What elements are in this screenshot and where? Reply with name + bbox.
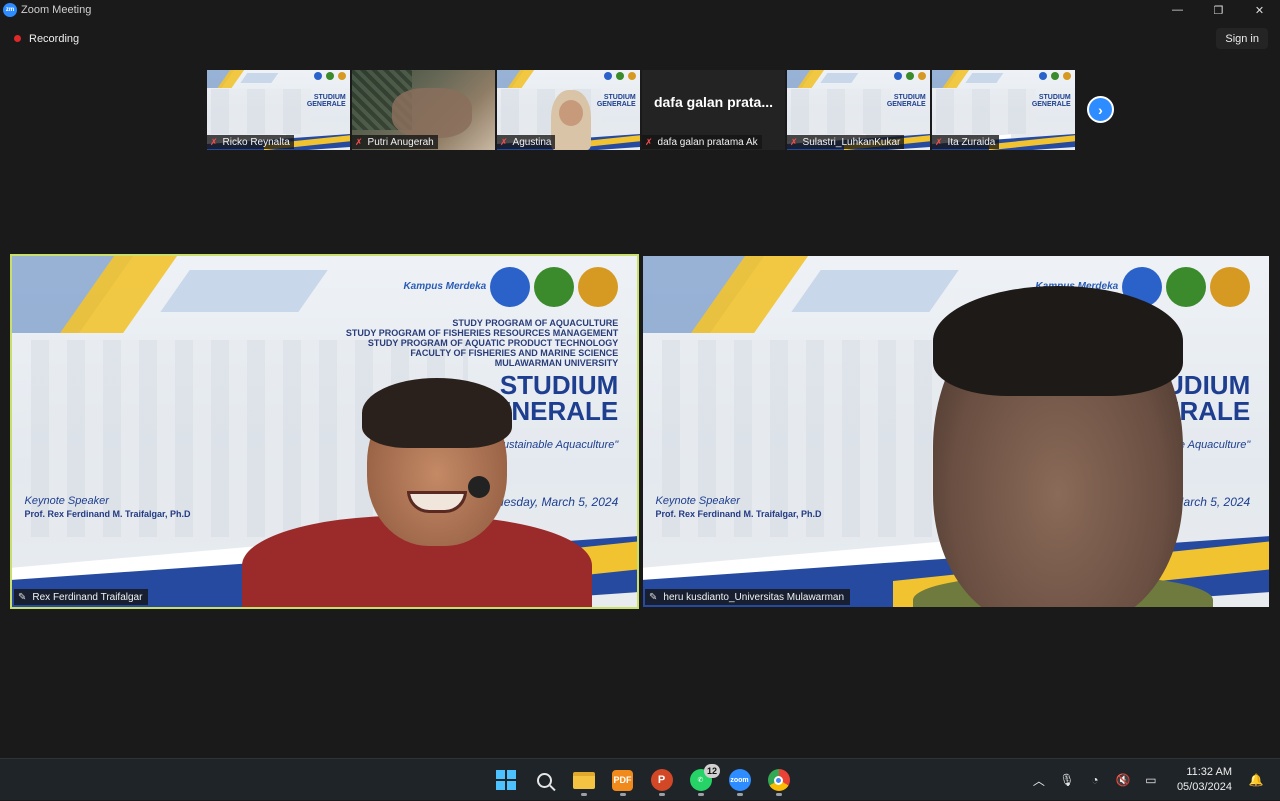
- fish-logo-icon: [578, 266, 619, 307]
- volume-muted-icon[interactable]: 🔇: [1111, 768, 1135, 792]
- sign-in-button[interactable]: Sign in: [1216, 28, 1268, 49]
- windows-taskbar: PDF P ✆ 12 zoom ︿ 🎙 ◔ 🔇 ▭ 11:32 AM 05/03…: [0, 758, 1280, 800]
- zoom-icon: zoom: [728, 769, 751, 791]
- system-clock[interactable]: 11:32 AM 05/03/2024: [1177, 765, 1232, 795]
- powerpoint-icon: P: [650, 769, 673, 791]
- participant-thumbnail-strip: STUDIUM GENERALE ✗ Ricko Reynalta ✗ Putri…: [207, 70, 1075, 150]
- start-button[interactable]: [490, 765, 521, 796]
- taskbar-zoom[interactable]: zoom: [724, 765, 755, 796]
- window-controls: — ❐ ✕: [1157, 0, 1280, 20]
- faculty-logo-icon: [325, 72, 334, 81]
- participant-thumbnail[interactable]: STUDIUM GENERALE ✗ Ita Zuraida: [932, 70, 1075, 150]
- university-logo-icon: [893, 72, 902, 81]
- fish-logo-icon: [917, 72, 926, 81]
- clock-date: 05/03/2024: [1176, 781, 1232, 793]
- participant-hair: [933, 286, 1183, 396]
- participant-name-label: ✗ Sulastri_LuhkanKukar: [787, 135, 905, 149]
- title-bar: zm Zoom Meeting — ❐ ✕: [0, 0, 1280, 20]
- video-tile[interactable]: Kampus Merdeka STUDIUMGENERALE compounds…: [643, 256, 1269, 607]
- battery-icon[interactable]: ▭: [1139, 768, 1163, 792]
- participant-name-label: ✎ heru kusdianto_Universitas Mulawarman: [645, 589, 851, 605]
- restore-button[interactable]: ❐: [1198, 0, 1239, 20]
- fish-logo-icon: [1210, 266, 1251, 307]
- taskbar-apps: PDF P ✆ 12 zoom: [490, 759, 794, 801]
- mic-muted-icon: ✗: [500, 136, 508, 147]
- virtual-background-slide: Kampus Merdeka STUDY PROGRAM OF AQUACULT…: [12, 256, 637, 607]
- participant-thumbnail[interactable]: STUDIUM GENERALE ✗ Ricko Reynalta: [207, 70, 350, 150]
- fish-logo-icon: [337, 72, 346, 81]
- faculty-logo-icon: [905, 72, 914, 81]
- mic-muted-icon: ✗: [790, 136, 798, 147]
- mic-muted-icon: ✗: [210, 136, 218, 147]
- notification-bell-icon[interactable]: 🔔: [1244, 768, 1268, 792]
- virtual-background-slide: Kampus Merdeka STUDIUMGENERALE compounds…: [643, 256, 1269, 607]
- taskbar-whatsapp[interactable]: ✆ 12: [685, 763, 720, 796]
- university-logo-icon: [1038, 72, 1047, 81]
- pin-icon: ✎: [649, 591, 658, 603]
- participant-name-label: ✗ Ita Zuraida: [932, 135, 1000, 149]
- faculty-logo-icon: [1166, 266, 1207, 307]
- pin-icon: ✎: [18, 591, 27, 603]
- participant-hair: [362, 378, 512, 448]
- participant-thumbnail[interactable]: STUDIUM GENERALE ✗ Sulastri_LuhkanKukar: [787, 70, 930, 150]
- slide-date: Tuesday, March 5, 2024: [490, 494, 619, 509]
- faculty-logo-icon: [1050, 72, 1059, 81]
- next-page-chevron-right-icon[interactable]: ›: [1087, 96, 1114, 123]
- chrome-icon: [767, 769, 790, 791]
- speaker-name: Prof. Rex Ferdinand M. Traifalgar, Ph.D: [655, 508, 822, 519]
- taskbar-chrome[interactable]: [763, 765, 794, 796]
- video-tile-active-speaker[interactable]: Kampus Merdeka STUDY PROGRAM OF AQUACULT…: [10, 254, 639, 609]
- keynote-label: Keynote Speaker: [24, 494, 109, 507]
- headset-icon: [468, 476, 490, 498]
- recording-indicator[interactable]: Recording: [8, 29, 85, 48]
- university-logo-icon: [313, 72, 322, 81]
- speaker-name: Prof. Rex Ferdinand M. Traifalgar, Ph.D: [24, 508, 191, 519]
- windows-logo-icon: [495, 770, 516, 790]
- show-hidden-icons-chevron-up-icon[interactable]: ︿: [1027, 768, 1051, 792]
- participant-name-label: ✗ dafa galan pratama Ak: [642, 135, 762, 149]
- minimize-button[interactable]: —: [1157, 0, 1198, 20]
- participant-thumbnail[interactable]: STUDIUM GENERALE ✗ Agustina: [497, 70, 640, 150]
- window-title: Zoom Meeting: [21, 4, 92, 16]
- faculty-logo-icon: [534, 266, 575, 307]
- mic-muted-icon: ✗: [645, 136, 653, 147]
- participant-name-label: ✗ Agustina: [497, 135, 556, 149]
- system-tray: ︿ 🎙 ◔ 🔇 ▭ 11:32 AM 05/03/2024 🔔: [1025, 759, 1280, 801]
- university-logo-icon: [490, 266, 531, 307]
- recording-dot-icon: [14, 35, 21, 42]
- close-button[interactable]: ✕: [1239, 0, 1280, 20]
- university-logo-icon: [603, 72, 612, 81]
- folder-icon: [572, 771, 595, 789]
- fish-logo-icon: [627, 72, 636, 81]
- taskbar-pdf-app[interactable]: PDF: [607, 765, 638, 796]
- participant-name-label: ✎ Rex Ferdinand Traifalgar: [14, 589, 149, 605]
- study-program-list: STUDY PROGRAM OF AQUACULTURE STUDY PROGR…: [345, 318, 619, 368]
- keynote-label: Keynote Speaker: [655, 494, 740, 507]
- taskbar-file-explorer[interactable]: [568, 765, 599, 796]
- microphone-icon[interactable]: 🎙: [1055, 768, 1079, 792]
- mic-muted-icon: ✗: [935, 136, 943, 147]
- participant-name-label: ✗ Ricko Reynalta: [207, 135, 294, 149]
- taskbar-search-button[interactable]: [529, 765, 560, 796]
- pdf-icon: PDF: [612, 769, 633, 791]
- kampus-merdeka-logo: Kampus Merdeka: [403, 280, 487, 292]
- participant-name-label: ✗ Putri Anugerah: [352, 135, 438, 149]
- faculty-logo-icon: [615, 72, 624, 81]
- taskbar-powerpoint[interactable]: P: [646, 765, 677, 796]
- notification-badge: 12: [704, 763, 720, 778]
- search-icon: [537, 772, 552, 788]
- recording-label: Recording: [29, 32, 80, 45]
- zoom-logo-icon: zm: [3, 3, 17, 17]
- wifi-icon[interactable]: ◔: [1083, 768, 1107, 792]
- participant-thumbnail[interactable]: ✗ Putri Anugerah: [352, 70, 495, 150]
- fish-logo-icon: [1062, 72, 1071, 81]
- clock-time: 11:32 AM: [1186, 766, 1232, 778]
- mic-muted-icon: ✗: [355, 136, 363, 147]
- participant-thumbnail[interactable]: dafa galan prata... ✗ dafa galan pratama…: [642, 70, 785, 150]
